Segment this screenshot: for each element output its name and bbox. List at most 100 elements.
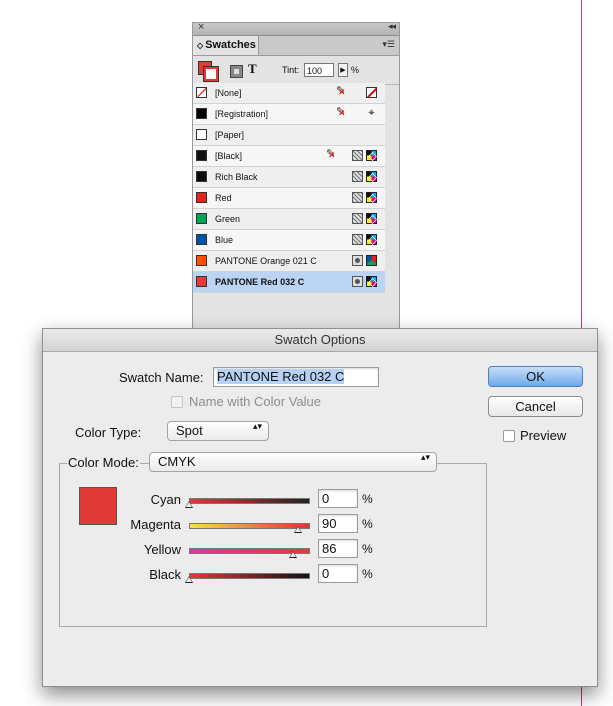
cmyk-mode-icon [366,276,377,287]
cmyk-mode-icon [366,192,377,203]
channel-label: Cyan [150,492,181,507]
updown-icon: ▴▾ [420,452,430,462]
swatch-row[interactable]: Blue [193,230,385,251]
swatch-row[interactable]: PANTONE Orange 021 C [193,251,385,272]
tint-label: Tint: [282,65,300,75]
color-mode-select[interactable]: CMYK ▴▾ [149,452,437,472]
color-type-select[interactable]: Spot ▴▾ [167,421,269,441]
slider-thumb[interactable] [289,551,298,558]
swatch-color-chip [196,255,207,266]
cmyk-mode-icon [366,150,377,161]
tint-arrow-button[interactable]: ▶ [338,63,348,77]
slider-thumb[interactable] [185,576,193,583]
color-mode-group [59,463,487,627]
color-type-label: Color Type: [75,425,142,440]
fill-stroke-icon[interactable] [198,61,219,82]
swatches-panel: × ◂◂ ◇ Swatches ▾☰ T Tint: 100 ▶ % [None]… [192,21,400,332]
rgb-mode-icon [366,255,377,266]
swatch-name-label: Swatch Name: [119,370,204,385]
swatch-name: [None] [215,88,242,98]
color-type-value: Spot [176,423,203,438]
swatch-name: [Registration] [215,109,269,119]
preview-label: Preview [520,428,567,443]
locked-icon [336,107,347,119]
color-preview-swatch [79,487,117,525]
percent-label: % [362,492,373,506]
channel-label: Magenta [130,517,181,532]
swatch-color-chip [196,150,207,161]
slider-thumb[interactable] [185,501,193,508]
channel-label: Yellow [143,542,181,557]
stroke-swatch-icon[interactable] [203,66,219,82]
formatting-text-icon[interactable]: T [248,61,257,77]
tint-input[interactable]: 100 [304,63,334,77]
process-color-icon [352,150,363,161]
swatch-name-value: PANTONE Red 032 C [217,369,345,384]
swatch-name: Red [215,193,232,203]
process-color-icon [352,171,363,182]
cmyk-mode-icon [366,213,377,224]
spot-color-icon [352,255,363,266]
swatch-list: [None] [Registration] ⌖ [Paper] [Black] Rich … [193,83,385,293]
swatch-name-input[interactable]: PANTONE Red 032 C [213,367,379,387]
swatch-color-chip [196,108,207,119]
cmyk-mode-icon [366,171,377,182]
name-with-color-value-label: Name with Color Value [189,394,321,409]
spot-color-icon [352,276,363,287]
process-color-icon [352,234,363,245]
swatch-row[interactable]: Red [193,188,385,209]
swatch-row[interactable]: [Registration] ⌖ [193,104,385,125]
swatch-name: [Paper] [215,130,245,140]
channel-slider-track[interactable] [189,498,310,504]
panel-menu-icon[interactable]: ▾☰ [382,39,395,50]
collapse-icon[interactable]: ◂◂ [388,21,396,32]
slider-thumb[interactable] [293,526,302,533]
percent-label: % [362,517,373,531]
swatch-color-chip [196,276,207,287]
process-color-icon [352,213,363,224]
swatch-color-chip [196,234,207,245]
swatch-color-chip [196,213,207,224]
swatch-options-dialog: Swatch Options Swatch Name: PANTONE Red … [42,328,598,687]
swatch-row[interactable]: [Black] [193,146,385,167]
swatch-row[interactable]: Rich Black [193,167,385,188]
cancel-button[interactable]: Cancel [488,396,583,417]
swatch-name: Rich Black [215,172,258,182]
channel-slider-track[interactable] [189,573,310,579]
cmyk-mode-icon [366,234,377,245]
channel-value-input[interactable]: 0 [318,564,358,583]
panel-titlebar[interactable]: × ◂◂ [193,21,399,36]
name-with-color-value-checkbox[interactable] [171,396,183,408]
locked-icon [336,86,347,98]
channel-slider-track[interactable] [189,523,310,529]
close-icon[interactable]: × [198,21,204,33]
swatch-name: PANTONE Red 032 C [215,277,305,287]
swatch-color-chip [196,87,207,98]
swatch-row[interactable]: Green [193,209,385,230]
swatch-row[interactable]: [Paper] [193,125,385,146]
swatch-color-chip [196,129,207,140]
none-swatch-icon [366,87,377,98]
percent-label: % [362,542,373,556]
percent-label: % [362,567,373,581]
ok-button[interactable]: OK [488,366,583,387]
panel-toolbar: T Tint: 100 ▶ % [193,56,399,85]
swatch-name: PANTONE Orange 021 C [215,256,317,266]
dialog-title: Swatch Options [43,329,597,352]
process-color-icon [352,192,363,203]
locked-icon [326,149,337,161]
channel-value-input[interactable]: 0 [318,489,358,508]
channel-value-input[interactable]: 90 [318,514,358,533]
swatch-color-chip [196,192,207,203]
swatch-row[interactable]: [None] [193,83,385,104]
formatting-container-icon[interactable] [230,65,243,78]
preview-checkbox[interactable] [503,430,515,442]
channel-value-input[interactable]: 86 [318,539,358,558]
swatch-color-chip [196,171,207,182]
tab-arrows-icon: ◇ [197,41,204,50]
updown-icon: ▴▾ [252,421,262,431]
swatch-row[interactable]: PANTONE Red 032 C [193,272,385,293]
tab-swatches[interactable]: ◇ Swatches [193,36,259,55]
panel-tab-row: ◇ Swatches ▾☰ [193,36,399,56]
swatch-name: Blue [215,235,234,245]
